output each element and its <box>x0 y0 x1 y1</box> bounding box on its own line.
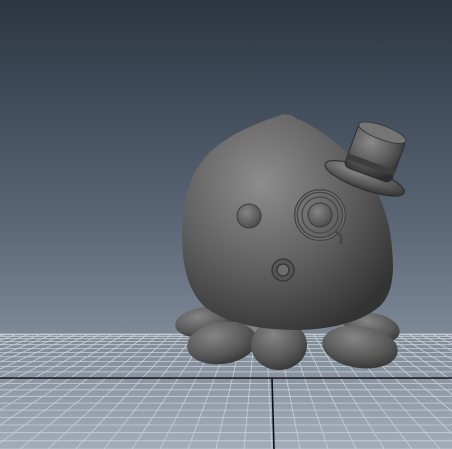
grid-line <box>103 333 196 449</box>
3d-viewport[interactable] <box>0 0 452 449</box>
grid-line <box>0 333 90 378</box>
scene-view[interactable] <box>0 0 452 449</box>
left-eye <box>236 203 262 229</box>
grid-line <box>0 333 42 351</box>
grid-line <box>19 333 161 449</box>
grid-line <box>0 333 149 444</box>
grid-axis-z <box>271 377 275 449</box>
grid-line <box>0 333 7 337</box>
grid-line <box>407 333 452 360</box>
mouth <box>271 258 295 282</box>
right-eye <box>307 202 333 228</box>
grid-line <box>75 333 184 449</box>
grid-line <box>0 333 54 356</box>
octopus-model[interactable] <box>173 111 423 373</box>
grid-line <box>0 333 125 411</box>
